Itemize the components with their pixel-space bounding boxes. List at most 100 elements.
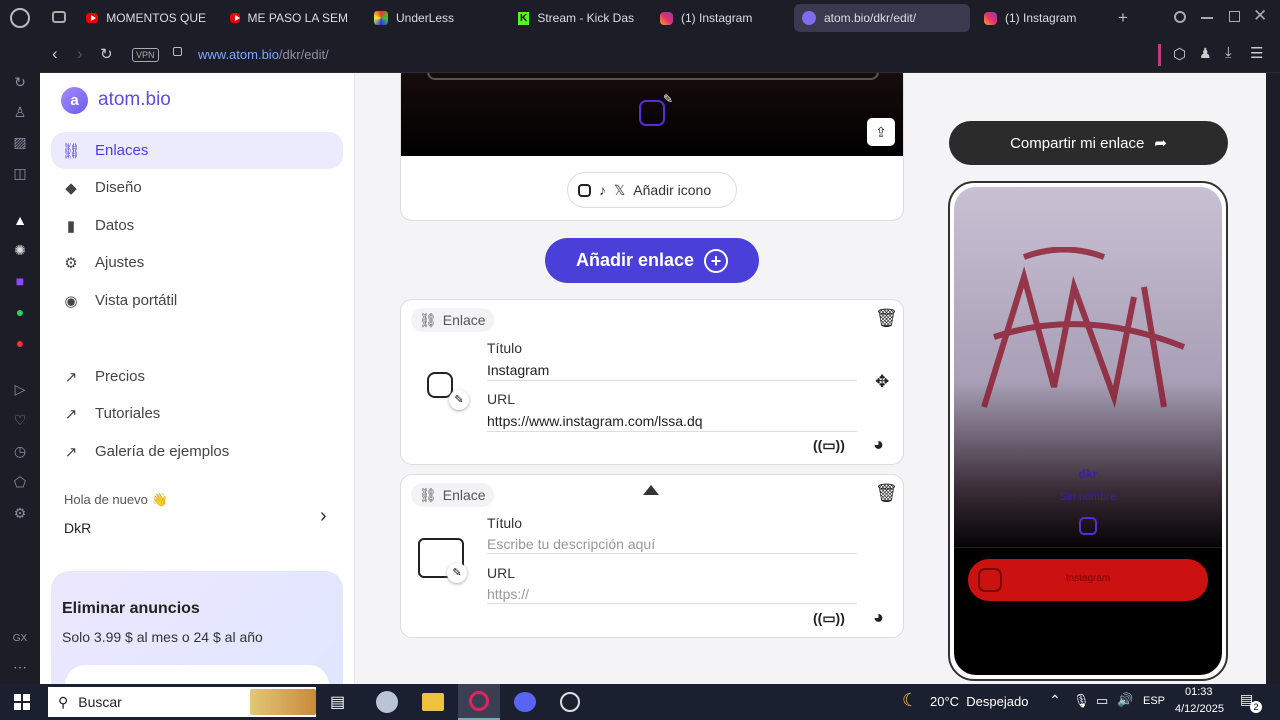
pencil-icon[interactable]: ✎ [449, 390, 469, 410]
new-tab-button[interactable]: + [1118, 8, 1128, 28]
tab-momentos[interactable]: MOMENTOS QUE [78, 4, 214, 32]
collapse-chevron-icon[interactable] [643, 485, 659, 495]
close-window-button[interactable]: ✕ [1253, 6, 1267, 26]
nav-tutoriales[interactable]: ↗ Tutoriales [51, 395, 343, 432]
network-icon[interactable]: ▭ [1096, 693, 1108, 709]
nav-enlaces[interactable]: ⛓ Enlaces [51, 132, 343, 169]
tab-kick[interactable]: K Stream - Kick Das [510, 4, 642, 32]
tab-instagram-1[interactable]: (1) Instagram [652, 4, 788, 32]
tab-underless[interactable]: UnderLess [366, 4, 506, 32]
pencil-icon[interactable]: ✎ [663, 92, 673, 106]
microphone-icon[interactable]: 🎙 [1073, 693, 1090, 709]
add-icon-chip[interactable]: ♪ 𝕏 Añadir icono [567, 172, 737, 208]
nav-label: Datos [95, 217, 135, 234]
username[interactable]: DkR [64, 520, 91, 536]
nav-label: Enlaces [95, 142, 149, 159]
pencil-icon[interactable]: ✎ [447, 563, 467, 583]
clock-date[interactable]: 4/12/2025 [1175, 703, 1224, 715]
app-icon[interactable] [376, 691, 398, 713]
more-icon[interactable]: ⋯ [11, 658, 29, 676]
tab-instagram-2[interactable]: (1) Instagram [976, 4, 1112, 32]
palette-icon[interactable]: ◕ [873, 434, 884, 455]
share-icon[interactable]: ⇪ [867, 118, 895, 146]
promo-button[interactable] [65, 665, 329, 684]
back-icon[interactable]: ‹ [52, 44, 58, 64]
nav-precios[interactable]: ↗ Precios [51, 358, 343, 395]
atom-logo-icon[interactable]: a [61, 87, 88, 114]
url-input[interactable]: https://www.instagram.com/lssa.dq [487, 413, 703, 429]
obs-icon[interactable] [560, 692, 580, 712]
palette-icon[interactable]: ◕ [873, 607, 884, 628]
player-icon[interactable]: ▷ [11, 380, 29, 398]
easy-setup-icon[interactable]: ☰ [1250, 44, 1263, 62]
vpn-badge[interactable]: VPN [132, 48, 159, 62]
taskbar-search[interactable]: ⚲ Buscar [48, 687, 316, 717]
chevron-up-icon[interactable]: ⌃ [1049, 692, 1061, 709]
tab-atom-bio[interactable]: atom.bio/dkr/edit/ [794, 4, 970, 32]
share-link-button[interactable]: Compartir mi enlace ➦ [949, 121, 1228, 165]
task-view-icon[interactable]: ▤ [330, 692, 345, 712]
volume-icon[interactable]: 🔊 [1117, 692, 1133, 708]
drag-handle-icon[interactable]: ✥ [875, 372, 889, 392]
profile-instagram-icon[interactable] [639, 100, 665, 126]
promo-card[interactable]: Eliminar anuncios Solo 3.99 $ al mes o 2… [51, 571, 343, 684]
trash-icon[interactable]: 🗑 [875, 308, 898, 329]
minimize-button[interactable] [1201, 17, 1213, 19]
chevron-right-icon[interactable]: › [320, 505, 327, 528]
weather-text[interactable]: 20°C Despejado [930, 694, 1028, 709]
extensions-puzzle-icon[interactable]: ⬡ [1173, 45, 1186, 63]
nav-diseno[interactable]: ◆ Diseño [51, 169, 343, 206]
aria-icon[interactable]: ♙ [11, 103, 29, 121]
add-link-button[interactable]: Añadir enlace + [545, 238, 759, 283]
link-instagram-icon[interactable] [427, 372, 453, 398]
chatgpt-icon[interactable]: ✺ [11, 241, 29, 259]
nav-datos[interactable]: ▮ Datos [51, 207, 343, 244]
trash-icon[interactable]: 🗑 [875, 483, 898, 504]
tiktok-app-icon[interactable]: ● [11, 334, 29, 352]
search-tabs-icon[interactable] [1174, 11, 1186, 23]
pinboard-icon[interactable]: ▨ [11, 133, 29, 151]
favorites-icon[interactable]: ♡ [11, 411, 29, 429]
file-explorer-icon[interactable] [422, 693, 444, 711]
animation-icon[interactable]: ((▭)) [813, 610, 845, 627]
aria-ai-icon[interactable]: ▲ [11, 211, 29, 229]
add-link-label: Añadir enlace [575, 250, 695, 270]
preview-link-button[interactable]: Instagram [968, 559, 1208, 601]
preview-instagram-icon[interactable] [1079, 517, 1097, 535]
brand-name[interactable]: atom.bio [98, 89, 171, 111]
reload-icon[interactable]: ↻ [100, 45, 113, 63]
twitch-icon[interactable]: ■ [11, 272, 29, 290]
opera-gx-taskbar-icon[interactable] [458, 684, 500, 720]
url-input[interactable]: https:// [487, 586, 529, 602]
history-icon[interactable]: ↻ [11, 73, 29, 91]
discord-icon[interactable] [514, 692, 536, 712]
language-indicator[interactable]: ESP [1143, 695, 1165, 707]
link-type-chip[interactable]: ⛓ Enlace [411, 308, 494, 332]
animation-icon[interactable]: ((▭)) [813, 437, 845, 454]
title-input[interactable]: Instagram [487, 362, 549, 378]
nav-ajustes[interactable]: ⚙ Ajustes [51, 244, 343, 281]
workspaces-icon[interactable] [52, 11, 66, 23]
messenger-icon[interactable]: ◫ [11, 164, 29, 182]
profile-header-card: ✎ ⇪ ♪ 𝕏 Añadir icono [400, 73, 904, 221]
gx-icon[interactable]: GX [11, 630, 29, 648]
cover-image[interactable]: ✎ ⇪ [401, 73, 903, 156]
restore-button[interactable] [1229, 11, 1240, 22]
profile-icon[interactable]: ♟ [1199, 45, 1212, 62]
settings-icon[interactable]: ⚙ [11, 504, 29, 522]
clock-time[interactable]: 01:33 [1185, 686, 1213, 698]
title-input[interactable]: Escribe tu descripción aquí [487, 536, 655, 552]
url-field[interactable]: www.atom.bio/dkr/edit/ [198, 47, 329, 62]
windows-start-icon[interactable] [14, 694, 30, 710]
download-icon[interactable]: ⤓ [1225, 44, 1232, 61]
forward-icon[interactable]: › [77, 44, 83, 64]
whatsapp-icon[interactable]: ● [11, 303, 29, 321]
nav-galeria[interactable]: ↗ Galería de ejemplos [51, 433, 343, 470]
external-arrow-icon: ↗ [64, 368, 78, 386]
extensions-icon[interactable]: ⬠ [11, 473, 29, 491]
opera-logo-icon[interactable] [10, 8, 30, 28]
nav-vista-portatil[interactable]: ◉ Vista portátil [51, 282, 343, 319]
tab-me-paso[interactable]: ME PASO LA SEM [222, 4, 356, 32]
link-type-chip[interactable]: ⛓ Enlace [411, 483, 494, 507]
clock-icon[interactable]: ◷ [11, 442, 29, 460]
